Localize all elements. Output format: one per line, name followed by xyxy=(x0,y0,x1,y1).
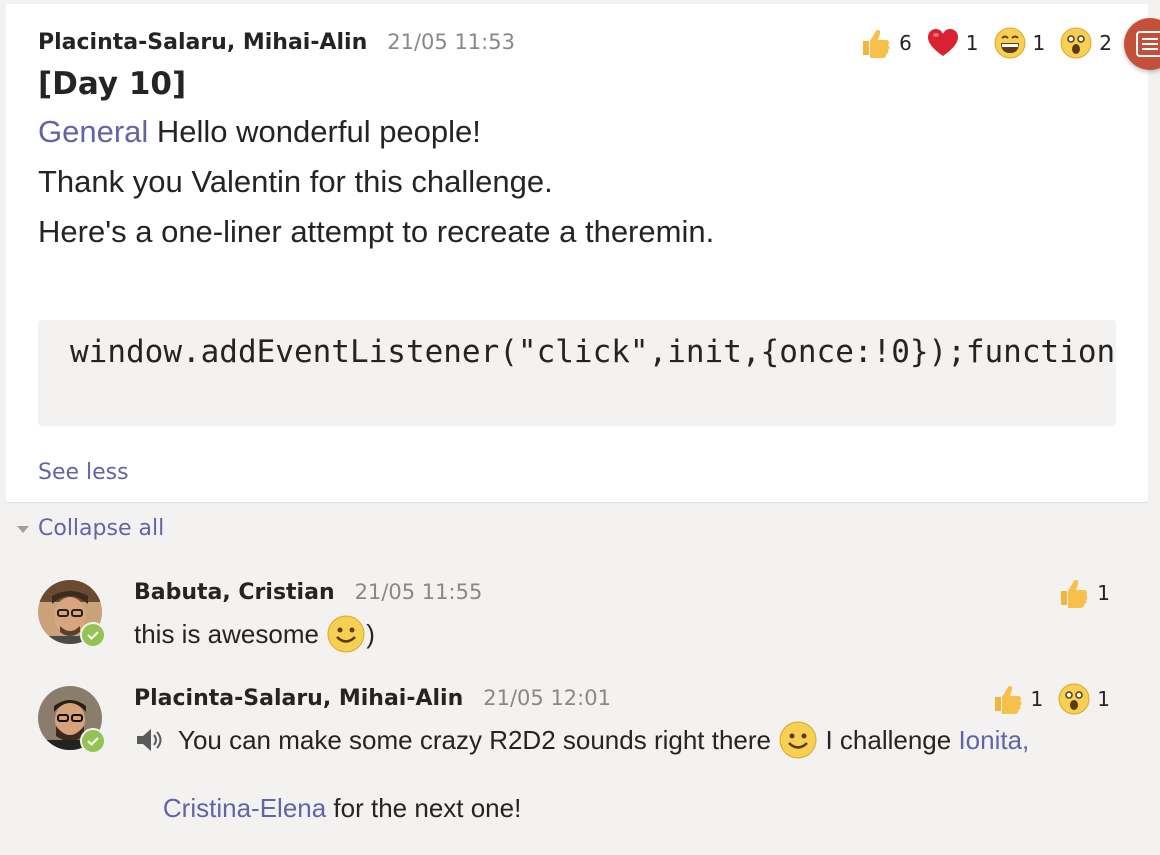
thumbs-up-icon xyxy=(863,30,890,58)
reaction-thumbs-up[interactable]: 1 xyxy=(991,682,1044,716)
post-line-3: Here's a one-liner attempt to recreate a… xyxy=(38,214,715,249)
list-icon xyxy=(1136,31,1160,57)
reaction-surprised[interactable]: 2 xyxy=(1059,26,1112,60)
post-line-1-text: Hello wonderful people! xyxy=(148,114,481,149)
reaction-surprised[interactable]: 1 xyxy=(1057,682,1110,716)
channel-mention[interactable]: General xyxy=(38,114,148,149)
reaction-laugh[interactable]: 1 xyxy=(993,26,1046,60)
reaction-count: 2 xyxy=(1099,31,1112,55)
reply-body-line-2: Cristina-Elena for the next one! xyxy=(134,762,521,855)
thumbs-up-icon xyxy=(1061,580,1088,608)
collapse-all-toggle[interactable]: Collapse all xyxy=(16,516,164,541)
reply-body-line-1: You can make some crazy R2D2 sounds righ… xyxy=(134,720,1029,760)
surprised-icon xyxy=(1060,27,1092,59)
post-author[interactable]: Placinta-Salaru, Mihai-Alin xyxy=(38,30,367,55)
reply-reactions: 1 xyxy=(1043,576,1110,610)
laugh-icon xyxy=(994,27,1026,59)
reply-text: for the next one! xyxy=(326,793,522,823)
post-title: [Day 10] xyxy=(38,66,187,102)
triangle-down-icon xyxy=(17,525,29,533)
see-less-link[interactable]: See less xyxy=(38,460,129,485)
reaction-count: 1 xyxy=(1097,581,1110,605)
reaction-count: 6 xyxy=(899,31,912,55)
presence-available-icon xyxy=(80,728,106,754)
reply-header: Babuta, Cristian 21/05 11:55 xyxy=(134,580,482,605)
thumbs-up-icon xyxy=(994,686,1022,714)
reaction-count: 1 xyxy=(965,31,979,55)
reaction-count: 1 xyxy=(1030,687,1044,711)
smile-icon xyxy=(327,615,365,653)
surprised-icon xyxy=(1058,683,1090,715)
collapse-all-label: Collapse all xyxy=(38,516,165,541)
main-post: Placinta-Salaru, Mihai-Alin 21/05 11:53 … xyxy=(6,4,1160,503)
post-line-1: General Hello wonderful people! xyxy=(38,114,481,150)
reply-text: I challenge xyxy=(818,724,959,755)
app-badge-button[interactable] xyxy=(1124,18,1160,70)
reply-text-end: ) xyxy=(366,618,375,649)
reaction-heart[interactable]: 1 xyxy=(926,26,979,60)
reply-item: Babuta, Cristian 21/05 11:55 1 this is a… xyxy=(0,570,1160,660)
reaction-thumbs-up[interactable]: 1 xyxy=(1057,576,1110,610)
reply-timestamp: 21/05 11:55 xyxy=(354,580,483,604)
heart-icon xyxy=(927,29,958,56)
user-mention[interactable]: Ionita, xyxy=(958,725,1029,756)
reply-author[interactable]: Placinta-Salaru, Mihai-Alin xyxy=(134,686,463,711)
post-header: Placinta-Salaru, Mihai-Alin 21/05 11:53 xyxy=(38,30,515,60)
code-text: window.addEventListener("click",init,{on… xyxy=(70,334,1116,370)
reply-author[interactable]: Babuta, Cristian xyxy=(134,580,335,605)
reply-reactions: 1 1 xyxy=(977,682,1110,716)
reaction-count: 1 xyxy=(1097,687,1110,711)
reply-item: Placinta-Salaru, Mihai-Alin 21/05 12:01 … xyxy=(0,676,1160,823)
post-reactions: 6 1 1 2 xyxy=(845,26,1112,60)
reply-text: this is awesome xyxy=(134,618,327,649)
reply-header: Placinta-Salaru, Mihai-Alin 21/05 12:01 xyxy=(134,686,611,711)
reaction-count: 1 xyxy=(1032,31,1046,55)
reply-body: this is awesome ) xyxy=(134,614,375,654)
reaction-thumbs-up[interactable]: 6 xyxy=(859,26,912,60)
post-timestamp: 21/05 11:53 xyxy=(387,30,515,54)
user-mention[interactable]: Cristina-Elena xyxy=(163,793,326,823)
smile-icon xyxy=(779,721,817,759)
reply-timestamp: 21/05 12:01 xyxy=(483,686,611,710)
presence-available-icon xyxy=(80,622,106,648)
code-block[interactable]: window.addEventListener("click",init,{on… xyxy=(38,320,1116,426)
reply-text: You can make some crazy R2D2 sounds righ… xyxy=(178,724,779,755)
post-line-2: Thank you Valentin for this challenge. xyxy=(38,164,553,199)
speaker-icon xyxy=(137,729,162,751)
